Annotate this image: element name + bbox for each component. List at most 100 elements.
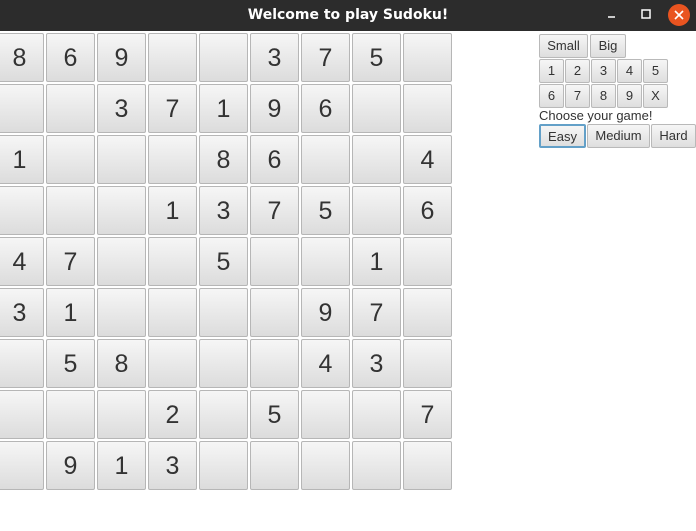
number-button-5[interactable]: 5 (643, 59, 668, 83)
sudoku-cell[interactable] (97, 186, 146, 235)
sudoku-cell[interactable] (352, 135, 401, 184)
sudoku-cell[interactable]: 9 (46, 441, 95, 490)
sudoku-cell[interactable]: 7 (301, 33, 350, 82)
sudoku-cell[interactable] (199, 288, 248, 337)
sudoku-cell[interactable]: 6 (301, 84, 350, 133)
sudoku-cell[interactable] (199, 339, 248, 388)
number-button-3[interactable]: 3 (591, 59, 616, 83)
sudoku-cell[interactable]: 3 (199, 186, 248, 235)
sudoku-cell[interactable]: 6 (250, 135, 299, 184)
maximize-icon (641, 9, 651, 19)
sudoku-cell[interactable] (352, 84, 401, 133)
sudoku-cell[interactable]: 1 (148, 186, 197, 235)
sudoku-cell[interactable] (0, 441, 44, 490)
sudoku-cell[interactable] (250, 237, 299, 286)
sudoku-cell[interactable] (352, 390, 401, 439)
sudoku-cell[interactable] (0, 84, 44, 133)
sudoku-cell[interactable] (46, 135, 95, 184)
number-button-2[interactable]: 2 (565, 59, 590, 83)
number-button-7[interactable]: 7 (565, 84, 590, 108)
sudoku-cell[interactable]: 3 (352, 339, 401, 388)
sudoku-cell[interactable]: 5 (301, 186, 350, 235)
sudoku-cell[interactable]: 4 (403, 135, 452, 184)
sudoku-cell[interactable] (301, 390, 350, 439)
number-button-1[interactable]: 1 (539, 59, 564, 83)
sudoku-cell[interactable]: 8 (199, 135, 248, 184)
sudoku-cell[interactable] (352, 441, 401, 490)
difficulty-button-medium[interactable]: Medium (587, 124, 650, 148)
sudoku-cell[interactable]: 1 (46, 288, 95, 337)
sudoku-cell[interactable]: 3 (0, 288, 44, 337)
sudoku-cell[interactable] (403, 339, 452, 388)
sudoku-cell[interactable]: 6 (46, 33, 95, 82)
difficulty-button-easy[interactable]: Easy (539, 124, 586, 148)
sudoku-cell[interactable]: 5 (46, 339, 95, 388)
sudoku-cell[interactable] (0, 186, 44, 235)
close-button[interactable] (668, 4, 690, 26)
sudoku-cell[interactable] (403, 33, 452, 82)
number-button-6[interactable]: 6 (539, 84, 564, 108)
sudoku-cell[interactable] (46, 390, 95, 439)
sudoku-cell[interactable]: 9 (250, 84, 299, 133)
sudoku-cell[interactable]: 7 (148, 84, 197, 133)
sudoku-cell[interactable] (148, 237, 197, 286)
sudoku-cell[interactable]: 4 (0, 237, 44, 286)
minimize-button[interactable] (601, 5, 623, 27)
sudoku-cell[interactable]: 5 (250, 390, 299, 439)
sudoku-cell[interactable] (250, 288, 299, 337)
sudoku-cell[interactable] (97, 135, 146, 184)
sudoku-cell[interactable] (148, 33, 197, 82)
sudoku-cell[interactable] (199, 33, 248, 82)
sudoku-cell[interactable]: 7 (403, 390, 452, 439)
sudoku-cell[interactable]: 6 (403, 186, 452, 235)
sudoku-cell[interactable] (403, 288, 452, 337)
size-button-big[interactable]: Big (590, 34, 626, 58)
size-button-small[interactable]: Small (539, 34, 588, 58)
sudoku-cell[interactable] (0, 339, 44, 388)
sudoku-cell[interactable]: 8 (97, 339, 146, 388)
sudoku-cell[interactable]: 1 (199, 84, 248, 133)
sudoku-cell[interactable]: 8 (0, 33, 44, 82)
sudoku-cell[interactable] (301, 237, 350, 286)
sudoku-cell[interactable]: 3 (148, 441, 197, 490)
sudoku-cell[interactable] (352, 186, 401, 235)
sudoku-cell[interactable] (403, 441, 452, 490)
sudoku-cell[interactable] (148, 339, 197, 388)
sudoku-cell[interactable] (148, 135, 197, 184)
number-button-4[interactable]: 4 (617, 59, 642, 83)
sudoku-cell[interactable]: 4 (301, 339, 350, 388)
sudoku-cell[interactable] (97, 237, 146, 286)
sudoku-cell[interactable] (301, 135, 350, 184)
sudoku-cell[interactable] (403, 237, 452, 286)
sudoku-cell[interactable]: 2 (148, 390, 197, 439)
sudoku-cell[interactable]: 3 (97, 84, 146, 133)
sudoku-cell[interactable]: 1 (352, 237, 401, 286)
sudoku-cell[interactable] (250, 441, 299, 490)
sudoku-cell[interactable]: 1 (97, 441, 146, 490)
number-button-9[interactable]: 9 (617, 84, 642, 108)
sudoku-cell[interactable] (46, 186, 95, 235)
clear-number-button[interactable]: X (643, 84, 668, 108)
number-button-8[interactable]: 8 (591, 84, 616, 108)
sudoku-cell[interactable] (46, 84, 95, 133)
difficulty-button-hard[interactable]: Hard (651, 124, 696, 148)
sudoku-cell[interactable] (199, 441, 248, 490)
sudoku-cell[interactable]: 7 (250, 186, 299, 235)
sudoku-cell[interactable] (250, 339, 299, 388)
sudoku-cell[interactable]: 3 (250, 33, 299, 82)
sudoku-cell[interactable] (97, 390, 146, 439)
sudoku-cell[interactable] (0, 390, 44, 439)
maximize-button[interactable] (635, 5, 657, 27)
sudoku-cell[interactable]: 7 (352, 288, 401, 337)
sudoku-cell[interactable]: 5 (352, 33, 401, 82)
sudoku-cell[interactable] (97, 288, 146, 337)
sudoku-cell[interactable] (301, 441, 350, 490)
sudoku-cell[interactable]: 5 (199, 237, 248, 286)
sudoku-cell[interactable] (148, 288, 197, 337)
sudoku-cell[interactable]: 7 (46, 237, 95, 286)
sudoku-cell[interactable]: 9 (301, 288, 350, 337)
sudoku-cell[interactable] (199, 390, 248, 439)
sudoku-cell[interactable]: 9 (97, 33, 146, 82)
sudoku-cell[interactable] (403, 84, 452, 133)
sudoku-cell[interactable]: 1 (0, 135, 44, 184)
